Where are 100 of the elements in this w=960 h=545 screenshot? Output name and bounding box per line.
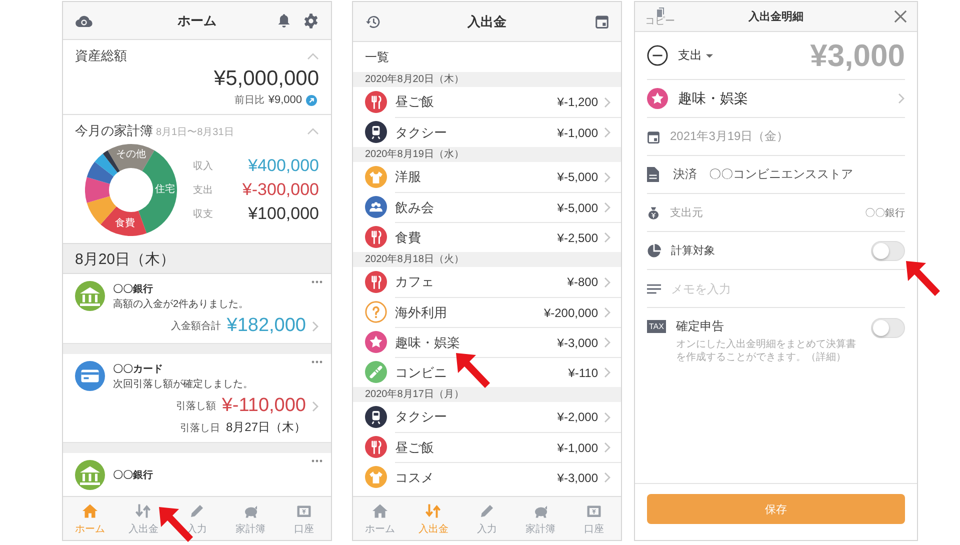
screen-title: 入出金 [468,12,506,30]
more-icon [311,360,323,364]
memo-field[interactable]: メモを入力 [671,276,851,300]
source-value: 〇〇銀行 [865,206,905,220]
category-name: タクシー [395,124,448,142]
copy-button[interactable]: コピー [645,6,675,26]
category-name: 食費 [395,228,422,246]
amount: ¥-2,000 [557,410,598,424]
notification-card[interactable]: 〇〇カード 次回引落し額が確定しました。 引落し額 ¥-110,000 引落し日 8月27日（木） [63,354,331,443]
copy-icon [656,6,664,16]
tab[interactable]: 入出金 [406,497,460,540]
chart-label: 住宅 [155,184,175,195]
category-name: 海外利用 [395,304,448,322]
annotation-arrow [455,352,491,390]
toggle-switch[interactable] [871,240,905,260]
amount: ¥-110 [568,366,598,380]
tab[interactable]: 入力 [170,497,224,540]
cloud-icon [75,14,93,28]
document-icon [647,167,659,182]
tab[interactable]: 口座 [277,497,331,540]
amount: ¥-1,000 [557,440,598,454]
card-amount: ¥182,000 [226,315,306,337]
budget-value: ¥400,000 [247,156,319,176]
source-label: 支出元 [670,206,704,220]
category-name: 趣味・娯楽 [395,334,461,352]
tab[interactable]: 口座 [567,497,621,540]
screen-title: ホーム [178,12,216,30]
compare-label: 前日比 [234,94,264,107]
bell-icon [277,13,291,28]
bank-icon [75,281,105,311]
chevron-icon [604,367,611,378]
tab[interactable]: ホーム [353,497,407,540]
notes-icon [647,284,661,294]
history-icon [365,14,381,30]
chevron-icon [604,202,611,213]
calendar-icon [595,14,609,29]
toggle-switch[interactable] [871,318,905,338]
chart-label: その他 [116,149,146,160]
chevron-icon [604,96,611,108]
tab[interactable]: ホーム [63,497,117,540]
date-heading: 2020年8月17日（月） [353,387,621,402]
period: 8月1日〜8月31日 [156,126,234,139]
close-icon[interactable] [894,10,907,23]
chevron-icon [604,307,611,318]
calendar-icon [647,130,660,144]
chevron-icon [604,276,611,288]
category-name: コンビニ [395,364,448,382]
setting-label: 計算対象 [671,244,716,258]
amount: ¥-1,200 [557,95,598,109]
amount: ¥-3,000 [557,470,598,484]
card-message: 次回引落し額が確定しました。 [113,378,253,390]
type-dropdown[interactable]: 支出 [678,47,713,64]
date-value: 2021年3月19日（金） [670,128,790,145]
category-name: 飲み会 [395,198,435,216]
chevron-icon [604,337,611,348]
date-heading: 2020年8月19日（水） [353,147,621,162]
tab[interactable]: 家計簿 [514,497,568,540]
amount: ¥-200,000 [544,306,598,320]
tab[interactable]: 家計簿 [224,497,278,540]
amount: ¥-3,000 [557,336,598,350]
setting-note: オンにした入出金明細をまとめて決算書を作成することができます。（詳細） [676,339,857,364]
chevron-icon [898,93,905,104]
category-name: 洋服 [395,168,422,186]
money-bag-icon [647,206,660,220]
bank-icon [75,460,105,490]
card-amount: ¥-110,000 [222,395,306,417]
caret-icon [706,54,713,58]
chevron-up-icon [307,52,319,60]
chevron-icon [312,320,319,332]
date-heading: 2020年8月20日（木） [353,72,621,87]
card-message: 高額の入金が2件ありました。 [113,298,249,310]
amount: ¥-800 [567,275,598,289]
credit-card-icon [75,361,105,391]
chevron-icon [312,400,319,412]
amount: ¥-5,000 [557,170,598,184]
chevron-icon [604,442,611,453]
more-icon [311,280,323,284]
category-name: タクシー [395,408,448,426]
tab[interactable]: 入出金 [116,497,170,540]
category-name: 昼ご飯 [395,438,435,456]
amount-label: 引落し額 [176,400,216,413]
budget-label: 支出 [193,184,213,197]
chevron-icon [604,232,611,243]
save-button[interactable]: 保存 [647,494,905,524]
setting-label: 確定申告 [676,318,725,335]
category-name: 昼ご飯 [395,93,435,111]
due-date: 8月27日（木） [226,419,306,436]
tab[interactable]: 入力 [460,497,514,540]
amount: ¥-2,500 [557,230,598,244]
tax-badge: TAX [647,320,666,333]
content-text: 決済 〇〇コンビニエンスストア [672,166,854,183]
compare-value: ¥9,000 [268,94,302,106]
total-assets: ¥5,000,000 [212,67,319,91]
screen-title: 入出金明細 [748,10,804,24]
budget-label: 収支 [193,208,213,221]
notification-card[interactable]: 〇〇銀行 高額の入金が2件ありました。 入金額合計 ¥182,000 [63,274,331,344]
notification-card[interactable]: 〇〇銀行 [63,453,331,496]
section-title: 資産総額 [75,47,127,65]
annotation-arrow [905,260,941,298]
card-title: 〇〇銀行 [113,468,153,482]
